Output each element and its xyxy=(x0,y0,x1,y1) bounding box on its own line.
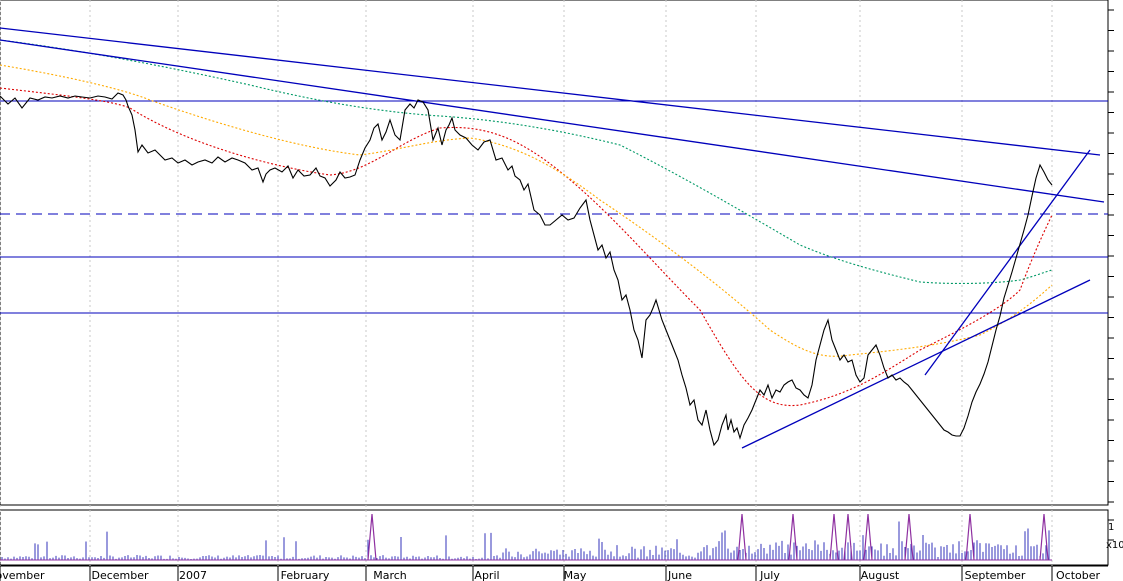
main-plot-area xyxy=(0,0,1109,506)
month-label-10: September xyxy=(965,569,1026,581)
month-label-3: February xyxy=(281,569,330,581)
volume-axis-label-x10: x10 xyxy=(1106,540,1123,551)
chart-stage: ovember December 2007 February March April May… xyxy=(0,0,1123,581)
month-label-9: August xyxy=(861,569,900,581)
month-labels: ovember December 2007 February March April May… xyxy=(0,569,1100,581)
month-label-1: December xyxy=(91,569,149,581)
right-axis-ticks xyxy=(1108,9,1114,541)
month-label-6: May xyxy=(564,569,587,581)
month-label-4: March xyxy=(373,569,407,581)
month-label-2: 2007 xyxy=(179,569,207,581)
month-label-0: ovember xyxy=(0,569,45,581)
stock-chart: ovember December 2007 February March April May… xyxy=(0,0,1123,581)
month-label-8: July xyxy=(759,569,780,581)
month-label-5: April xyxy=(474,569,499,581)
volume-axis-label-1: 1 xyxy=(1108,522,1114,533)
month-label-11: October xyxy=(1056,569,1100,581)
month-label-7: June xyxy=(667,569,692,581)
